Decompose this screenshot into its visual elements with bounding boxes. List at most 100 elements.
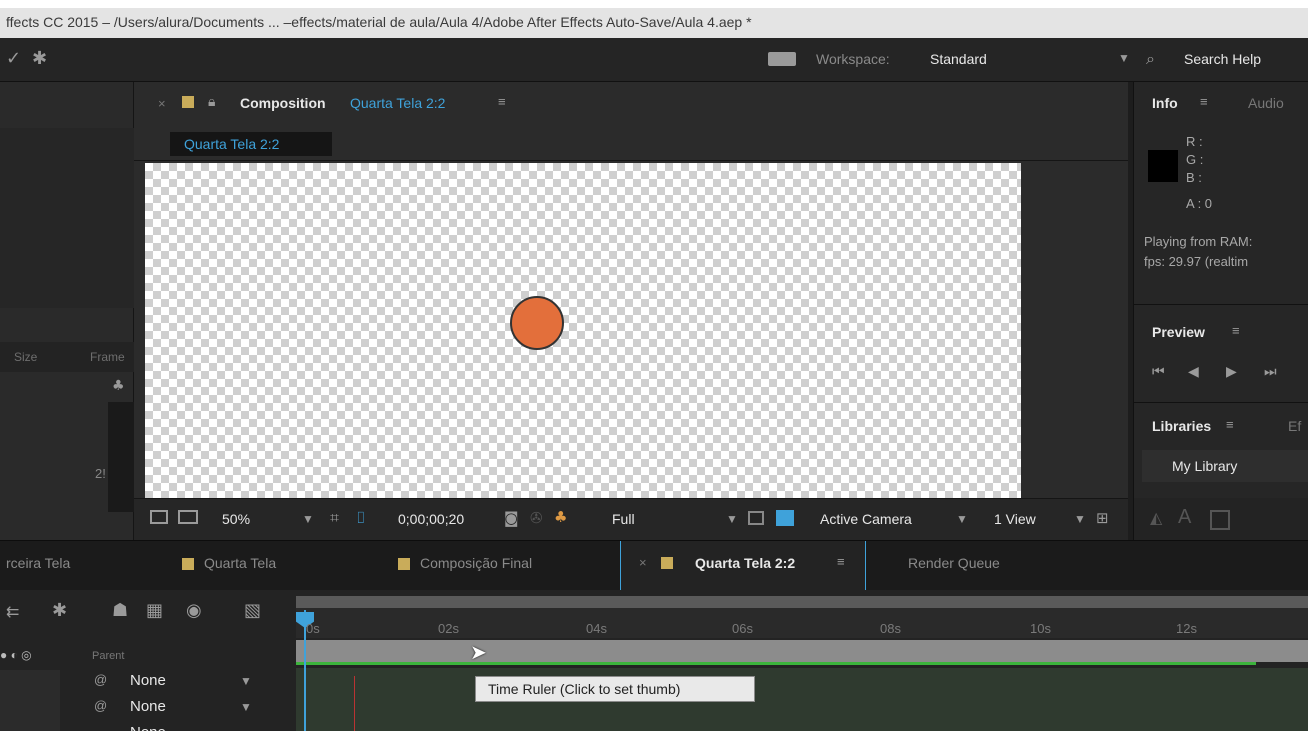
pick-whip-icon[interactable]: @	[94, 672, 107, 687]
composition-name[interactable]: Quarta Tela 2:2	[350, 95, 445, 111]
tab-label: Quarta Tela 2:2	[695, 555, 796, 571]
flowchart-icon[interactable]: ♣	[112, 378, 125, 394]
workspace-select[interactable]: Standard	[930, 51, 987, 67]
color-drop-icon[interactable]: ◭	[1150, 508, 1162, 527]
tab-quarta-tela-2-2[interactable]: × Quarta Tela 2:2 ≡	[620, 541, 866, 591]
comp-tab-label: Quarta Tela 2:2	[184, 136, 280, 152]
pin-tool-icon[interactable]: ✱	[32, 48, 47, 69]
work-area-span[interactable]	[296, 640, 1308, 662]
divider	[134, 160, 1128, 161]
panel-menu-icon[interactable]: ≡	[837, 554, 845, 569]
close-panel-icon[interactable]: ×	[158, 96, 166, 111]
parent-select[interactable]: None	[130, 724, 166, 731]
parent-select[interactable]: None	[130, 672, 166, 689]
next-frame-icon[interactable]: ⏭	[1264, 364, 1277, 380]
resolution-select[interactable]: Full	[612, 511, 635, 527]
ruler-tick-label: 0s	[306, 621, 320, 636]
composition-label: Composition	[240, 95, 326, 111]
g-value: G :	[1186, 152, 1204, 167]
effects-tab[interactable]: Ef	[1288, 418, 1301, 434]
project-column-header: Size Frame	[0, 342, 134, 372]
grid-icon[interactable]: ⌗	[330, 508, 339, 528]
tab-color-label	[398, 558, 410, 571]
tab-quarta-tela[interactable]: Quarta Tela	[182, 555, 276, 571]
library-select[interactable]: My Library	[1142, 450, 1308, 482]
toggle-transparency-icon[interactable]	[748, 511, 764, 525]
work-area-bar[interactable]	[296, 596, 1308, 608]
panel-menu-icon[interactable]: ≡	[1232, 323, 1240, 338]
draft-3d-icon[interactable]: ✱	[52, 600, 67, 621]
r-value: R :	[1186, 134, 1203, 149]
pick-whip-icon[interactable]: @	[94, 698, 107, 713]
lock-icon[interactable]: 🔒︎	[208, 94, 215, 110]
search-icon: ⌕	[1146, 49, 1155, 68]
close-tab-icon[interactable]: ×	[639, 555, 647, 570]
chevron-down-icon[interactable]: ▼	[302, 512, 314, 526]
tab-label: Quarta Tela	[204, 555, 277, 571]
timecode-display[interactable]: 0;00;00;20	[398, 511, 464, 527]
layer-bars[interactable]	[296, 668, 1308, 731]
ruler-tick-label: 04s	[586, 621, 607, 636]
brush-tool-icon[interactable]: ✓	[6, 48, 21, 69]
color-swatch	[1148, 150, 1178, 182]
character-style-icon[interactable]: A	[1178, 506, 1191, 529]
zoom-select[interactable]: 50%	[222, 511, 250, 527]
play-icon[interactable]: ▶	[1226, 364, 1237, 380]
libraries-tab[interactable]: Libraries	[1152, 418, 1211, 434]
camera-snapshot-icon[interactable]: ◙	[504, 509, 519, 527]
panel-menu-icon[interactable]: ≡	[1200, 94, 1208, 109]
project-scrollbar[interactable]	[108, 402, 134, 512]
chevron-down-icon[interactable]: ▼	[1118, 51, 1130, 65]
region-of-interest-icon[interactable]: ⌷	[356, 508, 366, 528]
previous-frame-icon[interactable]: ◀	[1188, 364, 1199, 380]
tab-render-queue[interactable]: Render Queue	[908, 555, 1000, 571]
view-options-icon[interactable]: ⊞	[1096, 509, 1109, 527]
chevron-down-icon[interactable]: ▼	[240, 700, 252, 714]
size-column-header[interactable]: Size	[14, 350, 37, 364]
window-title: ffects CC 2015 – /Users/alura/Documents …	[0, 8, 1308, 38]
comp-color-label	[182, 96, 194, 108]
library-name: My Library	[1172, 458, 1238, 474]
tab-composicao-final[interactable]: Composição Final	[398, 555, 532, 571]
comp-mini-flowchart-icon[interactable]: ⇇	[6, 602, 19, 621]
composition-viewer-canvas[interactable]	[145, 163, 1021, 498]
parent-select[interactable]: None	[130, 698, 166, 715]
always-preview-icon[interactable]	[150, 510, 168, 524]
transparency-grid-icon[interactable]	[776, 510, 794, 526]
view-layout-select[interactable]: 1 View	[994, 511, 1036, 527]
screen-top-edge	[0, 0, 1308, 8]
tab-terceira-tela[interactable]: rceira Tela	[6, 555, 70, 571]
monitor-icon[interactable]	[178, 510, 198, 524]
show-snapshot-icon[interactable]: ✇	[530, 509, 543, 527]
comp-tab[interactable]: Quarta Tela 2:2	[170, 132, 332, 156]
comp-footer: 50% ▼ ⌗ ⌷ 0;00;00;20 ◙ ✇ ♣ Full ▼ Active…	[134, 498, 1128, 540]
divider	[1134, 402, 1308, 403]
graph-editor-icon[interactable]: ▧	[244, 600, 261, 621]
parent-column-header: Parent	[92, 650, 125, 662]
first-frame-icon[interactable]: ⏮	[1152, 364, 1165, 380]
audio-tab[interactable]: Audio	[1248, 95, 1284, 111]
channel-icon[interactable]: ♣	[554, 508, 567, 526]
workspace-label: Workspace:	[816, 51, 890, 67]
project-preview-area	[0, 128, 134, 308]
marker-line	[354, 676, 355, 731]
toolbar: ✓ ✱ Workspace: Standard ▼ ⌕ Search Help	[0, 38, 1308, 82]
info-tab[interactable]: Info	[1152, 95, 1178, 111]
panel-menu-icon[interactable]: ≡	[1226, 417, 1234, 432]
orange-ball-layer[interactable]	[510, 296, 564, 350]
chevron-down-icon[interactable]: ▼	[956, 512, 968, 526]
frame-blending-icon[interactable]: ▦	[146, 600, 163, 621]
shy-layers-icon[interactable]: ☗	[112, 600, 128, 621]
graphic-icon[interactable]	[1210, 510, 1230, 530]
search-help-input[interactable]: Search Help	[1184, 51, 1261, 67]
motion-blur-icon[interactable]: ◉	[186, 600, 202, 621]
b-value: B :	[1186, 170, 1202, 185]
camera-select[interactable]: Active Camera	[820, 511, 912, 527]
preview-tab[interactable]: Preview	[1152, 324, 1205, 340]
frame-column-header[interactable]: Frame	[90, 350, 125, 364]
chevron-down-icon[interactable]: ▼	[1074, 512, 1086, 526]
chevron-down-icon[interactable]: ▼	[726, 512, 738, 526]
panel-menu-icon[interactable]: ≡	[498, 94, 506, 109]
mouse-cursor-icon: ➤	[470, 640, 487, 664]
chevron-down-icon[interactable]: ▼	[240, 674, 252, 688]
